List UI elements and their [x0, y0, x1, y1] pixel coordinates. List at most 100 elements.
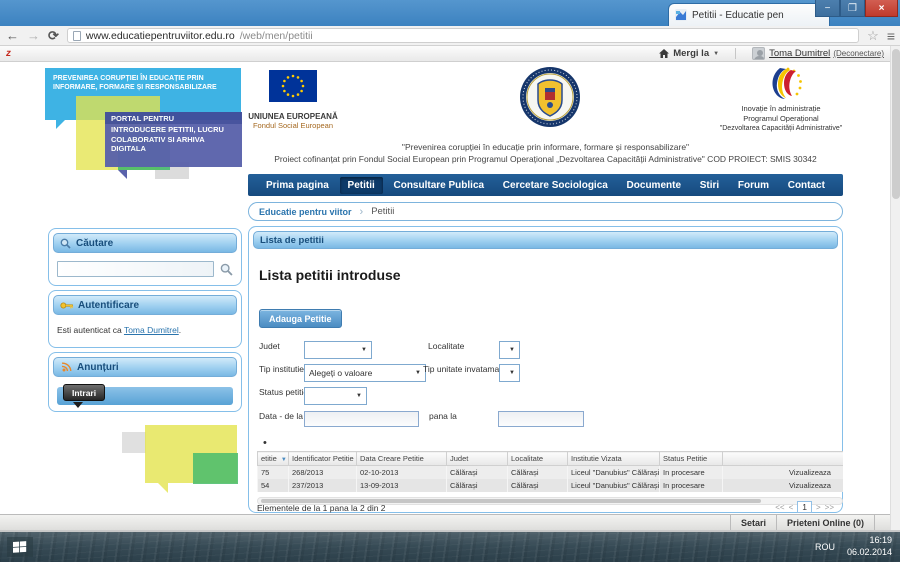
col-identificator[interactable]: Identificator Petitie [289, 452, 357, 466]
web-page: z Mergi la ▼ Toma Dumitrel (Deconectare)… [0, 46, 900, 532]
col-localitate[interactable]: Localitate [508, 452, 568, 466]
nav-item-documente[interactable]: Documente [619, 177, 689, 194]
search-input[interactable] [57, 261, 214, 277]
dropdown-arrow-icon: ▼ [415, 370, 421, 376]
program-label-3: "Dezvoltarea Capacității Administrative" [712, 124, 850, 133]
breadcrumb-home-link[interactable]: Educatie pentru viitor [259, 207, 352, 217]
nav-item-contact[interactable]: Contact [780, 177, 833, 194]
table-footer: Elementele de la 1 pana la 2 din 2 << < … [257, 495, 834, 513]
window-controls: − ❐ × [815, 0, 898, 17]
eu-flag-icon [269, 70, 317, 102]
page-first-button[interactable]: << [775, 503, 784, 512]
add-petition-button[interactable]: Adauga Petitie [259, 309, 342, 328]
col-petitie[interactable]: etitie▼ [258, 452, 289, 466]
table-row[interactable]: 75 268/2013 02-10-2013 Călărași Călărași… [258, 466, 844, 480]
search-submit-icon[interactable] [220, 263, 233, 276]
address-bar[interactable]: www.educatiepentruviitor.edu.ro/web/men/… [67, 28, 859, 43]
col-judet[interactable]: Judet [447, 452, 508, 466]
nav-item-petitii[interactable]: Petitii [340, 177, 383, 194]
brand-bubble-portal-body: INTRODUCERE PETITII, LUCRU COLABORATIV S… [105, 124, 242, 167]
back-button[interactable]: ← [6, 29, 19, 42]
url-path: /web/men/petitii [240, 30, 313, 42]
tip-institutie-label: Tip institutie [259, 364, 304, 374]
page-next-button[interactable]: > [816, 503, 821, 512]
tip-institutie-select[interactable]: Alegeți o valoare▼ [304, 364, 426, 382]
nav-item-forum[interactable]: Forum [730, 177, 777, 194]
date-to-input[interactable] [498, 411, 584, 427]
dropdown-arrow-icon: ▼ [356, 393, 362, 399]
search-icon [60, 238, 71, 249]
logout-link[interactable]: (Deconectare) [833, 49, 884, 58]
nav-item-prima-pagina[interactable]: Prima pagina [258, 177, 337, 194]
forward-button[interactable]: → [27, 29, 40, 42]
col-status[interactable]: Status Petitie [660, 452, 723, 466]
clock-date: 06.02.2014 [847, 547, 892, 559]
pagination: << < 1 > >> [775, 501, 834, 513]
nav-item-consultare-publica[interactable]: Consultare Publica [385, 177, 492, 194]
tip-unitate-select[interactable]: ▼ [499, 364, 520, 382]
view-link[interactable]: Vizualizeaza [723, 479, 844, 492]
system-tray: ROU 16:19 06.02.2014 [815, 535, 892, 558]
friends-online-button[interactable]: Prieteni Online (0) [776, 515, 875, 530]
auth-status-text: Esti autenticat ca [57, 325, 122, 335]
go-to-menu[interactable]: Mergi la ▼ [659, 48, 719, 59]
dropdown-arrow-icon: ▼ [509, 347, 515, 353]
page-prev-button[interactable]: < [789, 503, 794, 512]
brand-bubble-portal-title: PORTAL PENTRU [105, 112, 242, 124]
site-header: PREVENIREA CORUPȚIEI ÎN EDUCAȚIE PRIN IN… [0, 62, 890, 174]
breadcrumb: Educatie pentru viitor › Petitii [248, 202, 843, 221]
dockbar-pin-icon[interactable]: z [5, 48, 12, 59]
date-to-label: pana la [429, 411, 457, 421]
dropdown-arrow-icon: ▼ [361, 347, 367, 353]
browser-tab[interactable]: Petitii - Educatie pen × [668, 3, 830, 26]
user-avatar [752, 47, 765, 60]
chevron-down-icon: ▼ [713, 51, 719, 57]
browser-menu-icon[interactable]: ≡ [887, 28, 894, 44]
col-institutie[interactable]: Institutie Vizata [568, 452, 660, 466]
user-name-link[interactable]: Toma Dumitrel [769, 48, 830, 59]
project-description-line1: "Prevenirea corupției în educație prin i… [248, 142, 843, 152]
browser-toolbar: ← → ⟳ www.educatiepentruviitor.edu.ro/we… [0, 26, 900, 46]
window-maximize-button[interactable]: ❐ [840, 0, 865, 17]
view-link[interactable]: Vizualizeaza [723, 466, 844, 480]
brand-bubble-portal: PORTAL PENTRU INTRODUCERE PETITII, LUCRU… [105, 112, 242, 170]
go-to-label: Mergi la [673, 48, 709, 59]
date-from-input[interactable] [304, 411, 419, 427]
auth-portlet: Autentificare Esti autenticat ca Toma Du… [48, 290, 242, 348]
screen: Petitii - Educatie pen × − ❐ × ← → ⟳ www… [0, 0, 900, 562]
tab-favicon-icon [675, 9, 687, 21]
url-domain: www.educatiepentruviitor.edu.ro [86, 30, 235, 42]
page-scrollbar[interactable] [890, 46, 900, 530]
announcements-icon [60, 362, 72, 373]
nav-item-cercetare-sociologica[interactable]: Cercetare Sociologica [495, 177, 616, 194]
petitions-table-wrap: etitie▼ Identificator Petitie Data Crear… [257, 451, 843, 492]
taskbar-clock[interactable]: 16:19 06.02.2014 [847, 535, 892, 558]
table-row[interactable]: 54 237/2013 13-09-2013 Călărași Călărași… [258, 479, 844, 492]
auth-user-link[interactable]: Toma Dumitrel [124, 325, 179, 335]
announcements-tab-pointer [73, 402, 83, 408]
program-label-2: Programul Operațional [712, 114, 850, 124]
col-data-creare[interactable]: Data Creare Petitie [357, 452, 447, 466]
status-petitie-select[interactable]: ▼ [304, 387, 367, 405]
localitate-select[interactable]: ▼ [499, 341, 520, 359]
status-petitie-label: Status petitie [259, 387, 308, 397]
announcements-tab-intrari[interactable]: Intrari [63, 384, 105, 401]
scrollbar-thumb[interactable] [892, 49, 900, 199]
keyboard-language[interactable]: ROU [815, 542, 835, 552]
reload-button[interactable]: ⟳ [48, 29, 59, 42]
window-minimize-button[interactable]: − [815, 0, 840, 17]
bookmark-star-icon[interactable]: ☆ [867, 28, 879, 44]
page-number[interactable]: 1 [797, 501, 812, 513]
key-icon [60, 301, 73, 310]
taskbar [0, 532, 900, 562]
window-close-button[interactable]: × [865, 0, 898, 17]
announcements-portlet: Anunțuri Intrari [48, 352, 242, 412]
breadcrumb-separator: › [360, 206, 364, 218]
search-portlet-header: Căutare [53, 233, 237, 253]
settings-button[interactable]: Setari [730, 515, 776, 530]
petitions-portlet-header: Lista de petitii [253, 231, 838, 249]
judet-select[interactable]: ▼ [304, 341, 372, 359]
start-button[interactable] [7, 537, 33, 557]
nav-item-stiri[interactable]: Stiri [692, 177, 727, 194]
page-last-button[interactable]: >> [825, 503, 834, 512]
